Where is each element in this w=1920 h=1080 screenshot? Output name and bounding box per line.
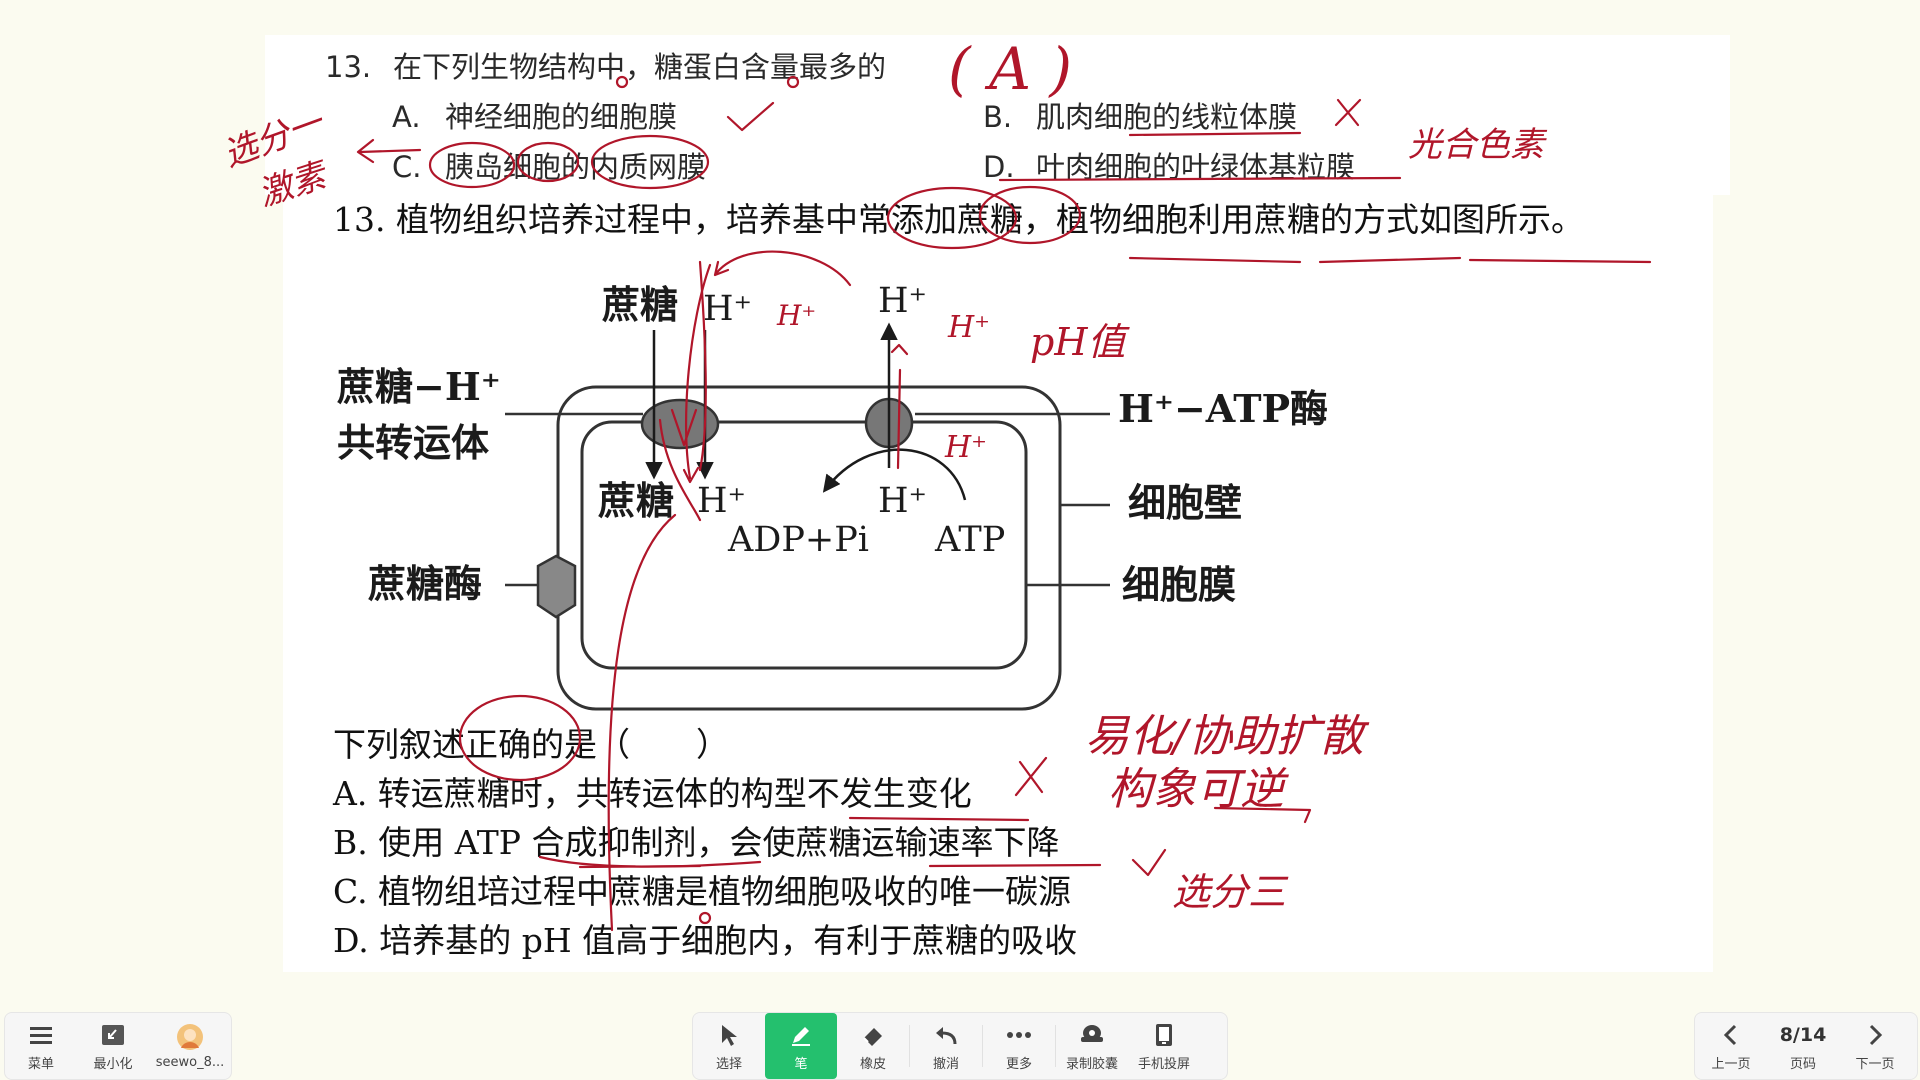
q1-option-b-text: 肌肉细胞的线粒体膜 [1036, 100, 1298, 134]
avatar [176, 1022, 204, 1052]
q1-option-c-text: 胰岛细胞的内质网膜 [445, 150, 707, 184]
page-number-button[interactable]: 8/14 页码 [1767, 1013, 1839, 1079]
toolbar-pager-group: 上一页 8/14 页码 下一页 [1694, 1012, 1918, 1080]
q1-option-a-text: 神经细胞的细胞膜 [445, 100, 678, 134]
next-page-button[interactable]: 下一页 [1839, 1013, 1911, 1079]
menu-button[interactable]: 菜单 [5, 1013, 77, 1079]
q1-option-c-key: C. [392, 150, 422, 184]
ink-h-plus-2: H⁺ [948, 310, 990, 345]
ink-note-diffusion: 易化/协助扩散 [1085, 711, 1364, 762]
chevron-left-icon [1723, 1020, 1739, 1050]
q2-stem: 13. 植物组织培养过程中，培养基中常添加蔗糖，植物细胞利用蔗糖的方式如图所示。 [333, 200, 1584, 239]
phone-cast-button[interactable]: 手机投屏 [1128, 1013, 1200, 1079]
record-capsule-button[interactable]: 录制胶囊 [1056, 1013, 1128, 1079]
diagram-adp-pi: ADP+Pi [728, 520, 869, 560]
ink-note-c: 选分三 [1172, 870, 1287, 914]
page-indicator: 8/14 [1779, 1024, 1827, 1046]
ink-right-note: 光合色素 [1408, 125, 1544, 165]
menu-label: 菜单 [27, 1057, 54, 1072]
pen-label: 笔 [794, 1057, 808, 1072]
ink-answer: ( A ) [948, 35, 1073, 103]
diagram-atp: ATP [935, 520, 1006, 560]
undo-icon [934, 1020, 958, 1050]
prev-page-label: 上一页 [1711, 1057, 1751, 1072]
eraser-icon [861, 1020, 885, 1050]
minimize-icon [101, 1020, 125, 1050]
q2-option-d: D. 培养基的 pH 值高于细胞内，有利于蔗糖的吸收 [333, 921, 1078, 960]
prev-page-button[interactable]: 上一页 [1695, 1013, 1767, 1079]
q2-option-c: C. 植物组培过程中蔗糖是植物细胞吸收的唯一碳源 [333, 872, 1072, 911]
q1-option-d-text: 叶肉细胞的叶绿体基粒膜 [1036, 150, 1356, 184]
chevron-right-icon [1867, 1020, 1883, 1050]
diagram-cell-membrane-label: 细胞膜 [1122, 562, 1237, 607]
next-page-label: 下一页 [1855, 1057, 1895, 1072]
phone-cast-icon [1152, 1020, 1176, 1050]
q1-option-a-key: A. [392, 100, 421, 134]
ink-h-plus-1: H⁺ [777, 299, 817, 332]
select-label: 选择 [715, 1057, 742, 1072]
select-button[interactable]: 选择 [693, 1013, 765, 1079]
q2-prompt: 下列叙述正确的是（ ） [333, 725, 729, 764]
diagram-atpase-label: H⁺−ATP酶 [1118, 386, 1329, 431]
bottom-toolbar: 菜单 最小化 seewo_8... 选择 笔 橡皮 撤消 更多 录制胶囊 手机投… [0, 1000, 1920, 1080]
diagram-sucrose-top: 蔗糖 [602, 282, 679, 327]
diagram-cotransporter-label-2: 共转运体 [337, 420, 490, 465]
diagram-h-top-right: H⁺ [878, 281, 927, 321]
cursor-icon [719, 1020, 739, 1050]
whiteboard-canvas[interactable]: 13. 在下列生物结构中，糖蛋白含量最多的 A. 神经细胞的细胞膜 B. 肌肉细… [0, 0, 1920, 1000]
ink-ph-value: pH值 [1030, 320, 1126, 364]
q1-number: 13. [325, 50, 372, 84]
diagram-h-inside-left: H⁺ [697, 481, 746, 521]
diagram-sucrase-label: 蔗糖酶 [368, 561, 483, 606]
user-label: seewo_8... [155, 1055, 225, 1070]
q2-option-b: B. 使用 ATP 合成抑制剂，会使蔗糖运输速率下降 [333, 823, 1060, 862]
more-button[interactable]: 更多 [983, 1013, 1055, 1079]
undo-label: 撤消 [932, 1057, 959, 1072]
pen-icon [789, 1020, 813, 1050]
diagram-cell-wall-label: 细胞壁 [1128, 480, 1243, 525]
more-icon [1006, 1020, 1032, 1050]
undo-button[interactable]: 撤消 [910, 1013, 982, 1079]
diagram-sucrose-inside: 蔗糖 [598, 478, 675, 523]
q1-stem: 在下列生物结构中，糖蛋白含量最多的 [393, 50, 887, 84]
minimize-button[interactable]: 最小化 [77, 1013, 149, 1079]
diagram-cotransporter-label-1: 蔗糖−H⁺ [337, 364, 501, 409]
q1-option-b-key: B. [983, 100, 1013, 134]
toolbar-left-group: 菜单 最小化 seewo_8... [4, 1012, 232, 1080]
page-number-label: 页码 [1789, 1057, 1816, 1072]
eraser-label: 橡皮 [859, 1057, 886, 1072]
record-capsule-icon [1078, 1020, 1106, 1050]
record-capsule-label: 录制胶囊 [1065, 1057, 1118, 1072]
phone-cast-label: 手机投屏 [1137, 1057, 1190, 1072]
pen-button[interactable]: 笔 [765, 1013, 837, 1079]
ink-note-conformation: 构象可逆 [1108, 764, 1284, 815]
minimize-label: 最小化 [93, 1057, 133, 1072]
user-button[interactable]: seewo_8... [149, 1013, 231, 1079]
q2-option-a: A. 转运蔗糖时，共转运体的构型不发生变化 [333, 774, 972, 813]
diagram-h-inside-right: H⁺ [878, 481, 927, 521]
menu-icon [29, 1020, 53, 1050]
q1-option-d-key: D. [983, 150, 1015, 184]
more-label: 更多 [1005, 1057, 1032, 1072]
diagram-h-top-left: H⁺ [703, 289, 752, 329]
question-2-sheet: 13. 植物组织培养过程中，培养基中常添加蔗糖，植物细胞利用蔗糖的方式如图所示。… [283, 195, 1713, 972]
ink-h-plus-3: H⁺ [945, 430, 987, 465]
toolbar-center-group: 选择 笔 橡皮 撤消 更多 录制胶囊 手机投屏 [692, 1012, 1228, 1080]
eraser-button[interactable]: 橡皮 [837, 1013, 909, 1079]
